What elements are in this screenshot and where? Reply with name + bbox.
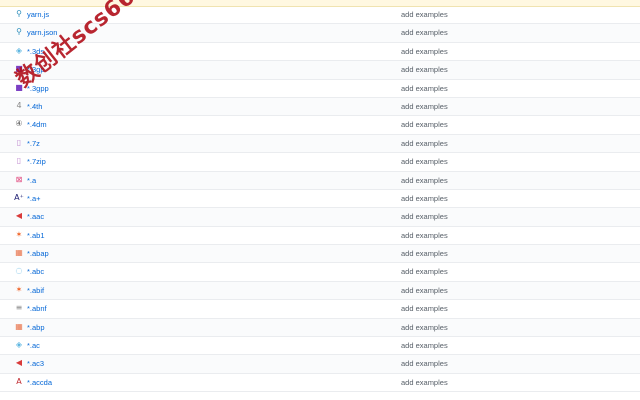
archive-icon: ▯ [16, 156, 22, 166]
file-row: ◀ *.ac3 add examples [0, 355, 640, 374]
file-name-link[interactable]: *.a+ [27, 190, 41, 208]
commit-message-link[interactable]: add examples [401, 135, 448, 153]
file-list: ⚲ yarn.js add examples ⚲ yarn.json add exampl… [0, 6, 640, 393]
commit-message-link[interactable]: add examples [401, 208, 448, 226]
file-row: ▯ *.7zip add examples [0, 153, 640, 172]
audio-icon: ◀ [15, 358, 23, 368]
file-row: ▯ *.7z add examples [0, 134, 640, 154]
a-plus-icon: A⁺ [14, 192, 24, 202]
grammar-icon: ≡ [15, 303, 23, 313]
file-name-link[interactable]: *.ac [27, 337, 40, 355]
file-name-link[interactable]: *.7z [27, 135, 40, 153]
file-name-link[interactable]: *.3gp [27, 61, 45, 79]
yarn-icon: ⚲ [16, 9, 22, 18]
video-icon: ■ [15, 82, 23, 92]
file-name-link[interactable]: *.a [27, 172, 36, 190]
file-name-link[interactable]: *.4dm [27, 116, 47, 134]
abap-icon: ▦ [15, 248, 23, 258]
file-name-link[interactable]: yarn.js [27, 6, 49, 24]
file-name-link[interactable]: *.abif [27, 282, 44, 300]
autoconf-icon: ◈ [15, 340, 23, 350]
file-row: ◀ *.aac add examples [0, 208, 640, 227]
commit-message-link[interactable]: add examples [401, 24, 448, 42]
file-row: ◈ *.ac add examples [0, 337, 640, 356]
abc-icon: ◌ [15, 266, 23, 276]
file-row: ▦ *.abp add examples [0, 318, 640, 338]
commit-message-link[interactable]: add examples [401, 282, 448, 300]
file-row: ⚲ yarn.json add examples [0, 24, 640, 43]
4d-icon: ④ [15, 119, 23, 129]
commit-message-link[interactable]: add examples [401, 355, 448, 373]
yarn-icon: ⚲ [16, 27, 22, 37]
dna-icon: ✶ [15, 229, 23, 239]
file-name-link[interactable]: *.abp [27, 319, 45, 337]
cube-3d-icon: ◈ [15, 45, 23, 55]
file-row: ■ *.3gpp add examples [0, 80, 640, 98]
commit-message-link[interactable]: add examples [401, 153, 448, 171]
commit-message-link[interactable]: add examples [401, 80, 448, 98]
file-row: 4 *.4th add examples [0, 97, 640, 117]
file-name-link[interactable]: *.3gpp [27, 80, 49, 98]
commit-message-link[interactable]: add examples [401, 245, 448, 263]
file-row: ▦ *.abap add examples [0, 245, 640, 264]
access-icon: A [16, 376, 22, 386]
file-row: ◈ *.3ds add examples [0, 43, 640, 62]
file-name-link[interactable]: *.ab1 [27, 227, 45, 245]
file-name-link[interactable]: *.abap [27, 245, 49, 263]
audio-icon: ◀ [15, 211, 23, 221]
file-row: ✶ *.ab1 add examples [0, 227, 640, 246]
file-row: A⁺ *.a+ add examples [0, 190, 640, 209]
commit-message-link[interactable]: add examples [401, 374, 448, 392]
file-row: ⊠ *.a add examples [0, 171, 640, 190]
file-row: ✶ *.abif add examples [0, 281, 640, 301]
commit-message-link[interactable]: add examples [401, 61, 448, 79]
file-name-link[interactable]: *.4th [27, 98, 42, 116]
file-name-link[interactable]: *.7zip [27, 153, 46, 171]
forth-icon: 4 [16, 100, 22, 110]
file-name-link[interactable]: *.abnf [27, 300, 47, 318]
commit-message-link[interactable]: add examples [401, 319, 448, 337]
file-name-link[interactable]: *.3ds [27, 43, 44, 61]
file-row: A *.accda add examples [0, 374, 640, 393]
binary-icon: ⊠ [15, 174, 23, 184]
commit-message-link[interactable]: add examples [401, 337, 448, 355]
abap-icon: ▦ [15, 321, 23, 331]
commit-message-link[interactable]: add examples [401, 300, 448, 318]
commit-message-link[interactable]: add examples [401, 43, 448, 61]
file-name-link[interactable]: *.ac3 [27, 355, 44, 373]
commit-message-link[interactable]: add examples [401, 263, 448, 281]
commit-message-link[interactable]: add examples [401, 116, 448, 134]
file-row: ④ *.4dm add examples [0, 116, 640, 135]
file-name-link[interactable]: *.aac [27, 208, 44, 226]
file-name-link[interactable]: yarn.json [27, 24, 57, 42]
file-row: ⚲ yarn.js add examples [0, 6, 640, 25]
file-row: ≡ *.abnf add examples [0, 300, 640, 319]
video-icon: ■ [15, 64, 23, 74]
dna-icon: ✶ [15, 284, 23, 294]
commit-message-link[interactable]: add examples [401, 6, 448, 24]
file-name-link[interactable]: *.abc [27, 263, 44, 281]
file-row: ■ *.3gp add examples [0, 61, 640, 80]
commit-message-link[interactable]: add examples [401, 172, 448, 190]
archive-icon: ▯ [16, 137, 22, 147]
commit-message-link[interactable]: add examples [401, 190, 448, 208]
file-row: ◌ *.abc add examples [0, 263, 640, 282]
file-name-link[interactable]: *.accda [27, 374, 52, 392]
commit-message-link[interactable]: add examples [401, 227, 448, 245]
commit-message-link[interactable]: add examples [401, 98, 448, 116]
